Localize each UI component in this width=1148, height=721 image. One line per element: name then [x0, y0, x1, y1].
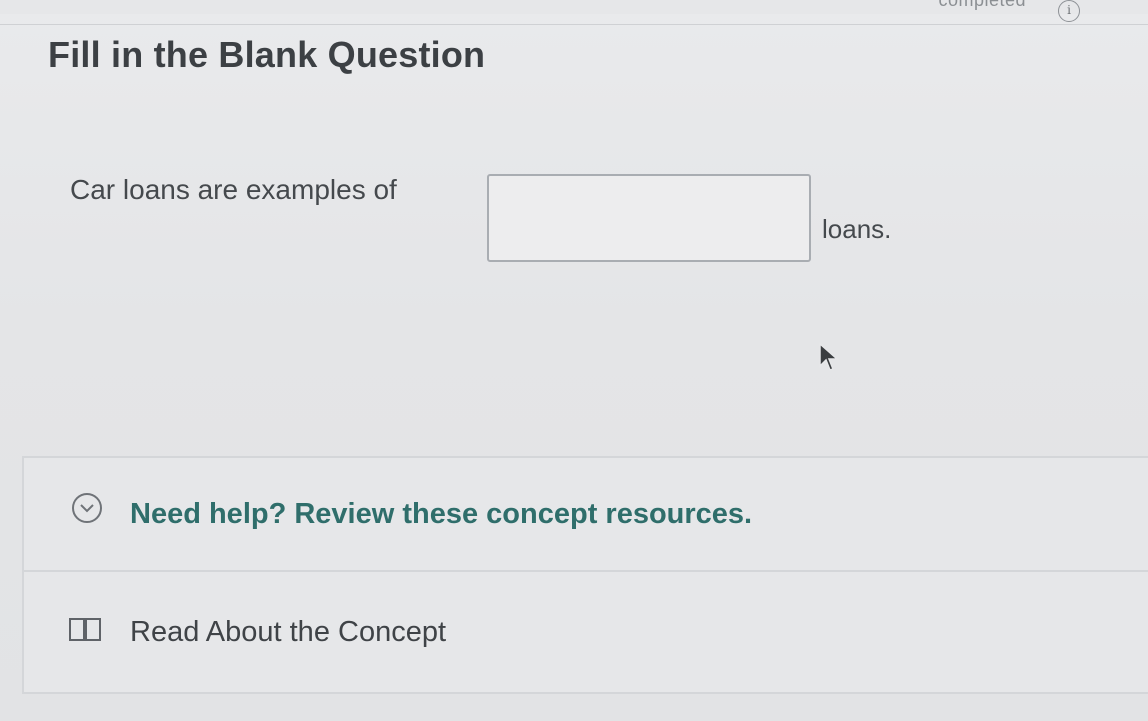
completion-status: completed	[938, 0, 1026, 10]
resource-read-about-concept[interactable]: Read About the Concept	[24, 572, 1148, 688]
concept-resources-title[interactable]: Need help? Review these concept resource…	[130, 498, 752, 531]
mouse-pointer-icon	[819, 342, 839, 371]
answer-blank-input[interactable]	[487, 174, 811, 262]
resource-label[interactable]: Read About the Concept	[130, 616, 446, 649]
book-icon	[69, 618, 101, 641]
concept-resources-toggle[interactable]: Need help? Review these concept resource…	[24, 458, 1148, 572]
info-icon[interactable]: i	[1058, 0, 1080, 22]
question-title: Fill in the Blank Question	[48, 34, 486, 75]
header-divider	[0, 24, 1148, 25]
question-prefix-text: Car loans are examples of	[70, 174, 397, 205]
chevron-down-icon[interactable]	[72, 493, 102, 523]
concept-resources-panel: Need help? Review these concept resource…	[22, 456, 1148, 694]
question-suffix-text: loans.	[822, 214, 892, 244]
